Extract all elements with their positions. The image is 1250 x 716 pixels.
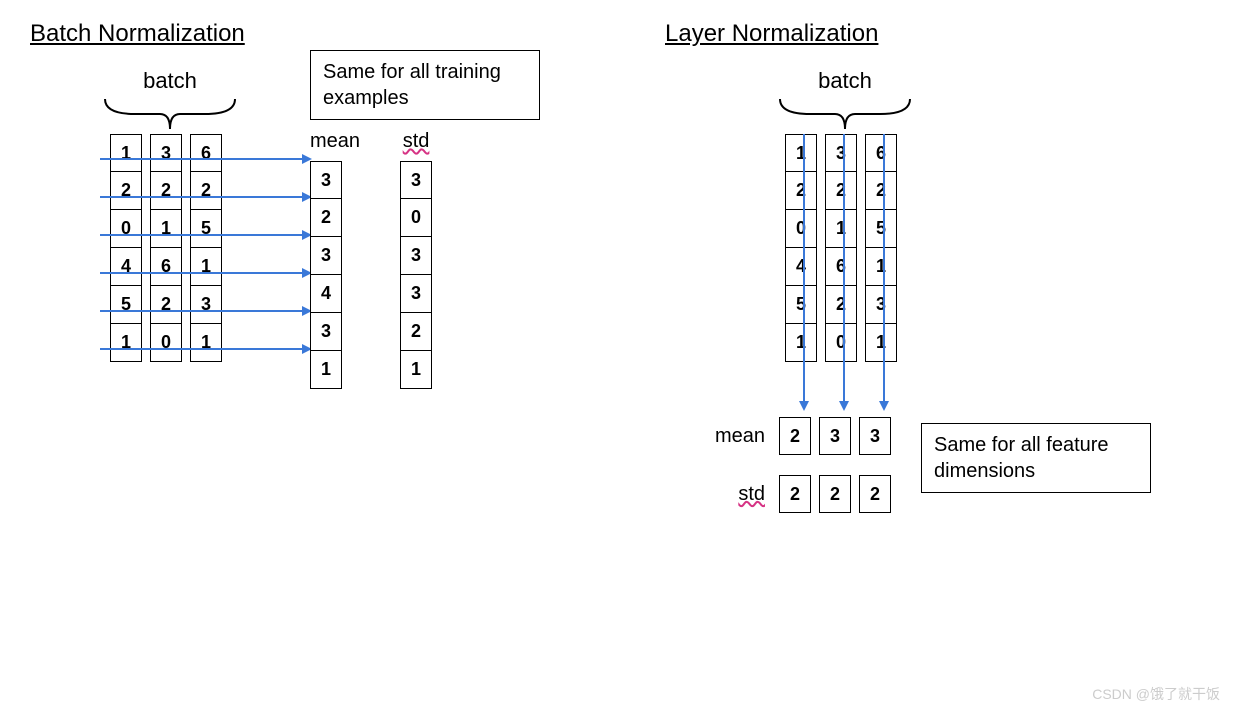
bn-mean-cell: 1 bbox=[310, 351, 342, 389]
arrow-right-icon bbox=[100, 348, 310, 350]
ln-cell: 2 bbox=[785, 172, 817, 210]
bn-mean-cell: 3 bbox=[310, 237, 342, 275]
ln-std-cell: 2 bbox=[779, 475, 811, 513]
arrow-right-icon bbox=[100, 310, 310, 312]
ln-cell: 1 bbox=[865, 324, 897, 362]
bn-note-box: Same for all training examples bbox=[310, 50, 540, 120]
ln-cell: 6 bbox=[865, 134, 897, 172]
arrow-down-icon bbox=[843, 134, 845, 409]
bn-std-cell: 0 bbox=[400, 199, 432, 237]
bn-std-cell: 3 bbox=[400, 237, 432, 275]
bn-mean-cell: 2 bbox=[310, 199, 342, 237]
ln-std-row: 2 2 2 bbox=[779, 475, 891, 513]
ln-cell: 2 bbox=[825, 286, 857, 324]
bn-cell: 2 bbox=[150, 172, 182, 210]
bn-cell: 1 bbox=[110, 324, 142, 362]
ln-cell: 0 bbox=[825, 324, 857, 362]
bn-std-cell: 3 bbox=[400, 275, 432, 313]
ln-col-1: 3 2 1 6 2 0 bbox=[825, 134, 857, 362]
bn-cell: 2 bbox=[190, 172, 222, 210]
bn-mean-cell: 4 bbox=[310, 275, 342, 313]
bn-std-label: std bbox=[400, 130, 432, 153]
bn-cell: 5 bbox=[190, 210, 222, 248]
bn-mean-cell: 3 bbox=[310, 161, 342, 199]
bn-mean-cell: 3 bbox=[310, 313, 342, 351]
ln-cell: 2 bbox=[825, 172, 857, 210]
ln-cell: 3 bbox=[825, 134, 857, 172]
bn-cell: 2 bbox=[110, 172, 142, 210]
bn-cell: 1 bbox=[190, 248, 222, 286]
arrow-right-icon bbox=[100, 196, 310, 198]
bn-std-cell: 2 bbox=[400, 313, 432, 351]
arrow-right-icon bbox=[100, 272, 310, 274]
ln-mean-row: 2 3 3 bbox=[779, 417, 891, 455]
bn-cell: 3 bbox=[150, 134, 182, 172]
layer-norm-title: Layer Normalization bbox=[665, 20, 1220, 48]
bn-cell: 5 bbox=[110, 286, 142, 324]
batch-norm-panel: Batch Normalization batch 1 2 0 4 5 bbox=[30, 20, 585, 513]
bn-col-0: 1 2 0 4 5 1 bbox=[110, 134, 142, 362]
bn-std-col: 3 0 3 3 2 1 bbox=[400, 161, 432, 389]
layer-norm-panel: Layer Normalization batch 1 2 0 4 5 1 bbox=[665, 20, 1220, 513]
ln-cell: 5 bbox=[785, 286, 817, 324]
ln-mean-label: mean bbox=[665, 425, 765, 448]
ln-cell: 4 bbox=[785, 248, 817, 286]
batch-norm-title: Batch Normalization bbox=[30, 20, 585, 48]
bn-col-1: 3 2 1 6 2 0 bbox=[150, 134, 182, 362]
ln-cell: 1 bbox=[785, 134, 817, 172]
ln-std-cell: 2 bbox=[819, 475, 851, 513]
arrow-right-icon bbox=[100, 234, 310, 236]
arrow-down-icon bbox=[883, 134, 885, 409]
ln-cell: 1 bbox=[825, 210, 857, 248]
ln-mean-cell: 2 bbox=[779, 417, 811, 455]
ln-col-0: 1 2 0 4 5 1 bbox=[785, 134, 817, 362]
ln-col-2: 6 2 5 1 3 1 bbox=[865, 134, 897, 362]
ln-batch-label: batch bbox=[775, 68, 915, 94]
arrow-down-icon bbox=[803, 134, 805, 409]
bn-cell: 2 bbox=[150, 286, 182, 324]
bn-std-cell: 3 bbox=[400, 161, 432, 199]
bn-cell: 6 bbox=[150, 248, 182, 286]
bn-std-cell: 1 bbox=[400, 351, 432, 389]
bn-cell: 1 bbox=[150, 210, 182, 248]
ln-cell: 1 bbox=[865, 248, 897, 286]
ln-cell: 3 bbox=[865, 286, 897, 324]
ln-std-cell: 2 bbox=[859, 475, 891, 513]
bn-col-2: 6 2 5 1 3 1 bbox=[190, 134, 222, 362]
watermark-text: CSDN @饿了就干饭 bbox=[1092, 684, 1220, 704]
bn-batch-label: batch bbox=[100, 68, 240, 94]
ln-std-label: std bbox=[665, 483, 765, 506]
bn-cell: 0 bbox=[110, 210, 142, 248]
bn-cell: 0 bbox=[150, 324, 182, 362]
ln-mean-cell: 3 bbox=[859, 417, 891, 455]
bn-matrix: 1 2 0 4 5 1 3 2 1 6 2 bbox=[110, 134, 310, 362]
arrow-right-icon bbox=[100, 158, 310, 160]
bn-mean-label: mean bbox=[310, 130, 360, 153]
ln-cell: 2 bbox=[865, 172, 897, 210]
ln-mean-cell: 3 bbox=[819, 417, 851, 455]
ln-brace-icon bbox=[775, 94, 915, 134]
ln-cell: 1 bbox=[785, 324, 817, 362]
bn-cell: 1 bbox=[190, 324, 222, 362]
bn-cell: 3 bbox=[190, 286, 222, 324]
bn-brace-icon bbox=[100, 94, 240, 134]
ln-cell: 0 bbox=[785, 210, 817, 248]
ln-matrix: 1 2 0 4 5 1 3 2 1 6 2 0 bbox=[785, 134, 1220, 362]
bn-cell: 6 bbox=[190, 134, 222, 172]
bn-cell: 1 bbox=[110, 134, 142, 172]
ln-note-box: Same for all feature dimensions bbox=[921, 423, 1151, 493]
bn-cell: 4 bbox=[110, 248, 142, 286]
ln-cell: 5 bbox=[865, 210, 897, 248]
bn-mean-col: 3 2 3 4 3 1 bbox=[310, 161, 360, 389]
ln-cell: 6 bbox=[825, 248, 857, 286]
